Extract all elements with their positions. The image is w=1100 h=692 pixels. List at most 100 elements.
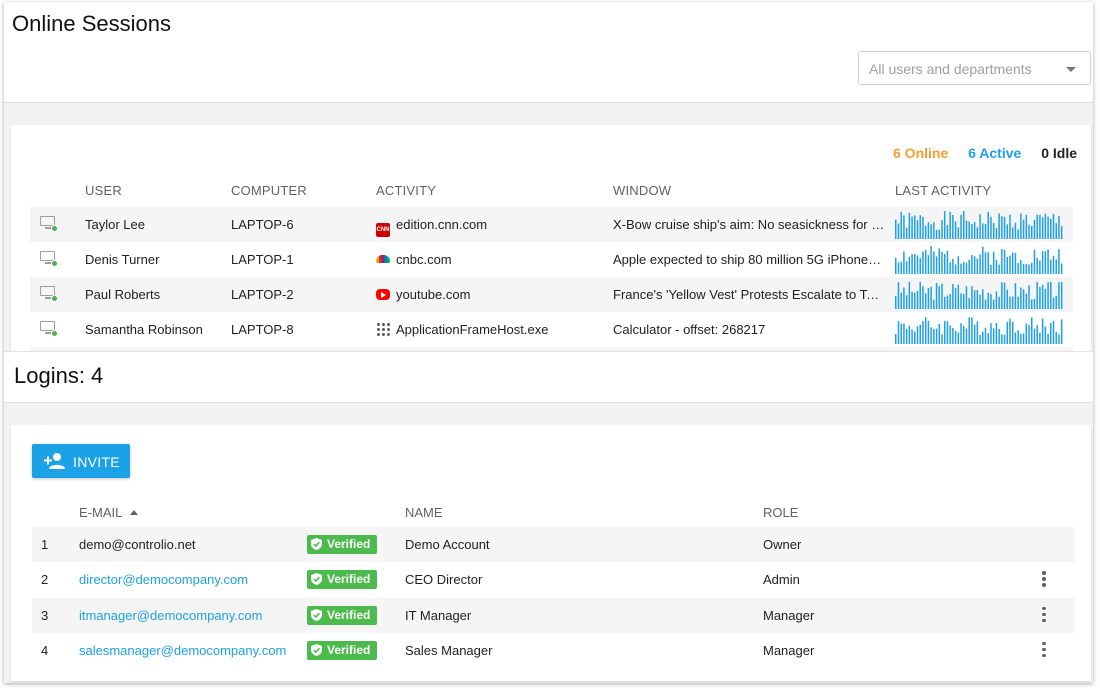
online-count[interactable]: 6 Online [893,145,948,161]
session-user: Taylor Lee [85,217,145,232]
sparkline-bar [949,293,951,309]
sparkline-bar [982,246,984,274]
session-user: Denis Turner [85,252,160,267]
column-window[interactable]: WINDOW [613,183,671,198]
session-row[interactable]: Paul Roberts LAPTOP-2 youtube.com France… [30,277,1073,312]
chevron-down-icon [1066,67,1076,72]
sparkline-bar [976,227,979,239]
column-last-activity[interactable]: LAST ACTIVITY [895,183,991,198]
login-role: Manager [763,642,815,658]
sparkline-bar [930,246,932,274]
session-row[interactable]: Taylor Lee LAPTOP-6 CNN edition.cnn.com X… [30,207,1073,242]
session-computer: LAPTOP-6 [231,217,294,232]
sparkline-bar [919,324,921,344]
login-email[interactable]: director@democompany.com [79,572,248,587]
sessions-header: Online Sessions All users and department… [4,2,1093,103]
sparkline-bar [1033,219,1036,239]
sparkline-bar [941,334,943,344]
column-name[interactable]: NAME [405,505,443,520]
sparkline-bar [897,282,900,309]
sparkline-bar [1058,334,1060,344]
sparkline-bar [1028,264,1030,274]
sparkline-bar [995,259,998,274]
sparkline-bar [1041,284,1044,309]
more-vert-icon[interactable] [1038,640,1048,660]
sparkline-bar [1011,321,1014,344]
column-role[interactable]: ROLE [763,505,798,520]
login-row[interactable]: 3 itmanager@democompany.com Verified IT Man… [32,597,1075,633]
department-filter-select[interactable]: All users and departments [858,51,1091,85]
sparkline-bar [982,331,984,344]
sparkline-bar [1020,287,1022,309]
sparkline-bar [1039,332,1041,344]
login-email[interactable]: salesmanager@democompany.com [79,643,286,658]
login-email[interactable]: itmanager@democompany.com [79,608,262,623]
login-row[interactable]: 4 salesmanager@democompany.com Verified Sal… [32,633,1075,668]
sessions-card: 6 Online 6 Active 0 Idle USER COMPUTER A… [11,125,1091,351]
sparkline-bar [911,329,913,344]
sparkline-bar [924,250,927,274]
sparkline-bar [927,287,930,309]
column-email-label: E-MAIL [79,505,123,520]
sparkline-bar [995,228,998,239]
sparkline-bar [927,320,930,344]
sparkline-bar [990,294,992,309]
column-activity[interactable]: ACTIVITY [376,183,436,198]
sparkline-bar [1036,282,1038,309]
sparkline-bar [1041,217,1044,239]
sparkline-bar [1003,249,1006,274]
session-row[interactable]: Samantha Robinson LAPTOP-8 ApplicationFr… [30,312,1073,347]
sparkline-bar [1044,326,1047,344]
sparkline-bar [922,251,924,274]
sparkline-bar [1006,321,1009,344]
sparkline-bar [965,262,968,274]
more-vert-icon[interactable] [1038,569,1048,589]
sparkline-bar [952,215,954,239]
activity-sparkline [895,279,1063,309]
sparkline-bar [1006,289,1009,309]
idle-count[interactable]: 0 Idle [1041,145,1077,161]
more-vert-icon[interactable] [1038,605,1048,625]
sparkline-bar [946,295,949,309]
sparkline-bar [1036,214,1038,239]
sparkline-bar [1041,318,1044,344]
login-row[interactable]: 1 demo@controlio.net Verified Demo Account O… [32,527,1075,562]
column-email[interactable]: E-MAIL [79,505,139,520]
active-count[interactable]: 6 Active [968,145,1021,161]
invite-button-label: INVITE [73,454,120,470]
sparkline-bar [995,323,998,344]
sort-ascending-icon [130,510,139,515]
sparkline-bar [900,323,902,344]
column-user[interactable]: USER [85,183,122,198]
shield-check-icon [311,608,327,622]
sparkline-bar [957,284,960,309]
login-row[interactable]: 2 director@democompany.com Verified CEO Dir… [32,562,1075,597]
sparkline-bar [1022,263,1025,274]
sparkline-bar [1050,218,1052,239]
sparkline-bar [1017,330,1019,344]
nbc-peacock-icon [376,255,390,263]
sparkline-bar [1025,263,1028,274]
login-role: Owner [763,537,802,552]
sparkline-bar [973,324,976,344]
sparkline-bar [1044,213,1047,239]
column-computer[interactable]: COMPUTER [231,183,307,198]
sparkline-bar [1014,222,1017,239]
sparkline-bar [943,296,946,309]
computer-online-icon [40,216,58,232]
sparkline-bar [919,215,921,239]
sparkline-bar [954,331,957,344]
sparkline-bar [1058,282,1060,309]
session-activity: ApplicationFrameHost.exe [376,322,548,337]
sparkline-bar [957,332,960,344]
invite-button[interactable]: INVITE [32,444,130,478]
sparkline-bar [1009,318,1011,344]
sparkline-bar [914,331,916,344]
sparkline-bar [1060,282,1063,309]
session-row[interactable]: Denis Turner LAPTOP-1 cnbc.com Apple exp… [30,242,1073,277]
sparkline-bar [903,287,905,309]
sparkline-bar [1009,214,1011,239]
verified-label: Verified [327,642,371,657]
sparkline-bar [998,213,1000,239]
sparkline-bar [960,293,962,309]
